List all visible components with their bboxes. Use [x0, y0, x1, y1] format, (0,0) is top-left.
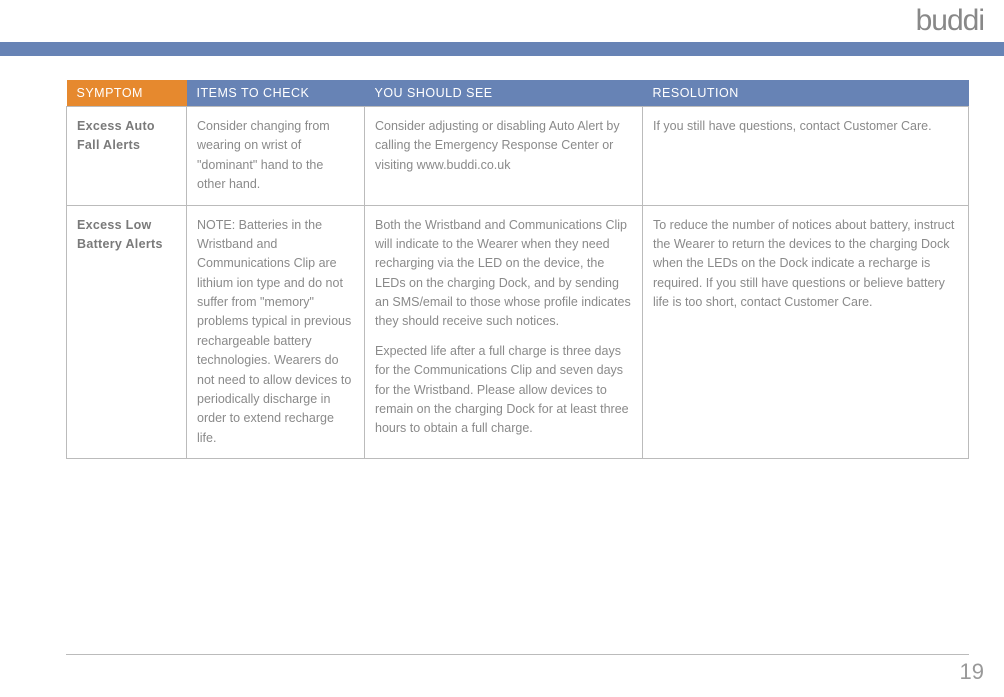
cell-items: NOTE: Batteries in the Wristband and Com…: [187, 205, 365, 459]
page-number: 19: [960, 659, 984, 685]
cell-resolution: If you still have questions, contact Cus…: [643, 107, 969, 206]
cell-see-paragraph: Expected life after a full charge is thr…: [375, 342, 632, 439]
footer-divider: [66, 654, 969, 655]
header-resolution: RESOLUTION: [643, 80, 969, 107]
header-see: YOU SHOULD SEE: [365, 80, 643, 107]
content-area: SYMPTOM ITEMS TO CHECK YOU SHOULD SEE RE…: [0, 56, 1004, 459]
table-row: Excess Auto Fall Alerts Consider changin…: [67, 107, 969, 206]
cell-symptom: Excess Low Battery Alerts: [67, 205, 187, 459]
cell-see: Consider adjusting or disabling Auto Ale…: [365, 107, 643, 206]
cell-resolution: To reduce the number of notices about ba…: [643, 205, 969, 459]
header-strip: [0, 42, 1004, 56]
cell-see: Both the Wristband and Communications Cl…: [365, 205, 643, 459]
table-row: Excess Low Battery Alerts NOTE: Batterie…: [67, 205, 969, 459]
header-symptom: SYMPTOM: [67, 80, 187, 107]
cell-symptom: Excess Auto Fall Alerts: [67, 107, 187, 206]
cell-see-paragraph: Both the Wristband and Communications Cl…: [375, 216, 632, 332]
top-bar: buddi: [0, 0, 1004, 42]
cell-items: Consider changing from wearing on wrist …: [187, 107, 365, 206]
header-items: ITEMS TO CHECK: [187, 80, 365, 107]
brand-logo: buddi: [916, 4, 984, 38]
troubleshooting-table: SYMPTOM ITEMS TO CHECK YOU SHOULD SEE RE…: [66, 80, 969, 459]
